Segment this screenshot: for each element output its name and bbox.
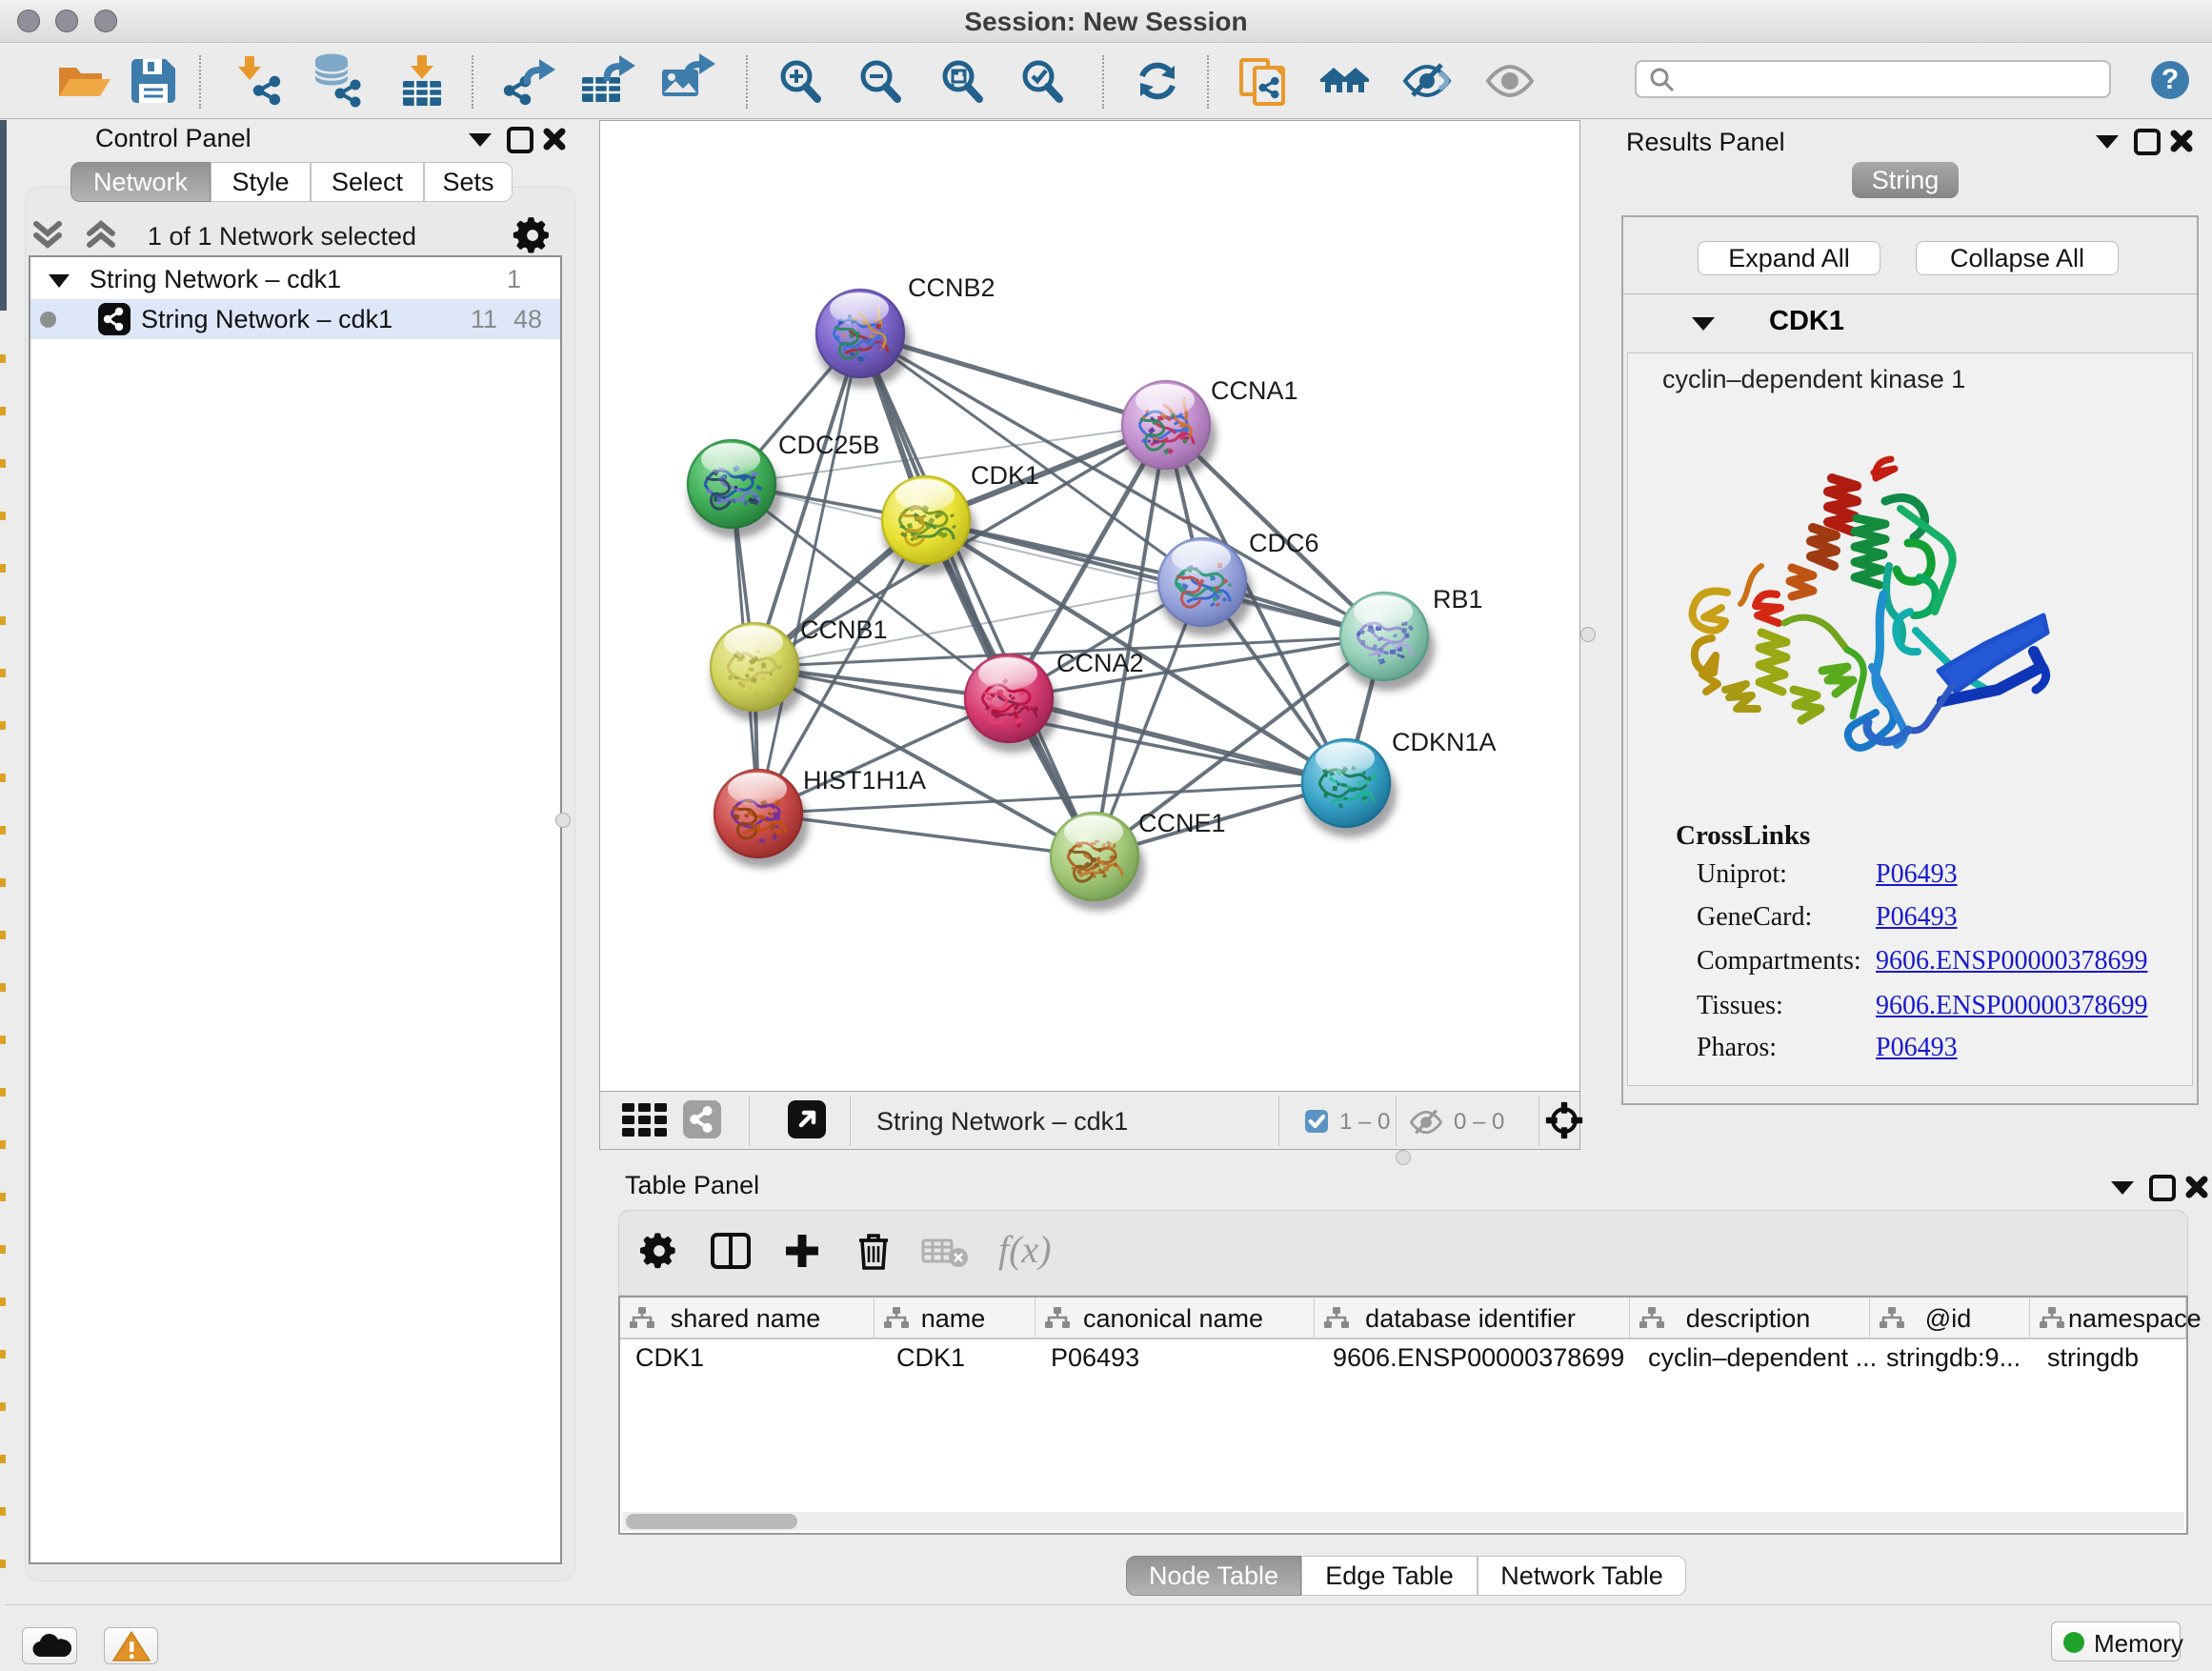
svg-text:CDC25B: CDC25B [778, 431, 880, 459]
svg-text:CDC6: CDC6 [1249, 529, 1319, 557]
svg-text:CDK1: CDK1 [971, 461, 1039, 490]
svg-text:CDKN1A: CDKN1A [1392, 728, 1497, 756]
svg-text:RB1: RB1 [1433, 585, 1483, 614]
svg-text:CCNB2: CCNB2 [908, 273, 995, 302]
svg-text:CCNE1: CCNE1 [1138, 809, 1226, 837]
svg-text:HIST1H1A: HIST1H1A [803, 766, 926, 795]
svg-text:CCNB1: CCNB1 [800, 615, 888, 644]
svg-text:CCNA2: CCNA2 [1056, 649, 1144, 677]
svg-text:CCNA1: CCNA1 [1211, 376, 1298, 405]
